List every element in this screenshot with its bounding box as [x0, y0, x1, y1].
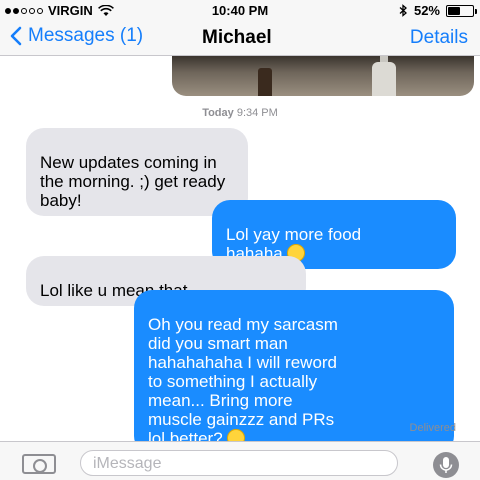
timestamp-day: Today [202, 107, 234, 119]
microphone-icon[interactable] [432, 451, 460, 479]
message-bubble-outgoing[interactable]: Oh you read my sarcasm did you smart man… [134, 290, 454, 454]
timestamp-time: 9:34 PM [236, 107, 278, 119]
status-right: 52% [399, 3, 477, 18]
message-text: New updates coming in the morning. ;) ge… [40, 153, 226, 210]
contact-name: Michael [202, 27, 272, 48]
details-button[interactable]: Details [410, 27, 468, 49]
bluetooth-icon [399, 4, 407, 17]
back-button[interactable]: Messages (1) [10, 25, 143, 47]
navigation-bar: Messages (1) Michael Details [0, 20, 480, 56]
chevron-left-icon [10, 26, 22, 46]
conversation-timestamp: Today 9:34 PM [0, 107, 480, 119]
battery-icon [446, 4, 477, 17]
message-bubble-incoming[interactable]: New updates coming in the morning. ;) ge… [26, 128, 248, 216]
imessage-input[interactable]: iMessage [80, 450, 398, 476]
back-label: Messages (1) [28, 25, 144, 46]
battery-percent: 52% [413, 3, 440, 18]
status-bar: VIRGIN 10:40 PM 52% [0, 0, 480, 20]
message-text: Oh you read my sarcasm did you smart man… [148, 315, 338, 448]
message-input-bar: iMessage [0, 441, 480, 480]
photo-attachment[interactable] [172, 56, 474, 96]
delivered-status: Delivered [409, 422, 456, 434]
battery-fill [448, 6, 460, 15]
input-placeholder: iMessage [93, 455, 162, 472]
camera-icon[interactable] [22, 454, 56, 474]
